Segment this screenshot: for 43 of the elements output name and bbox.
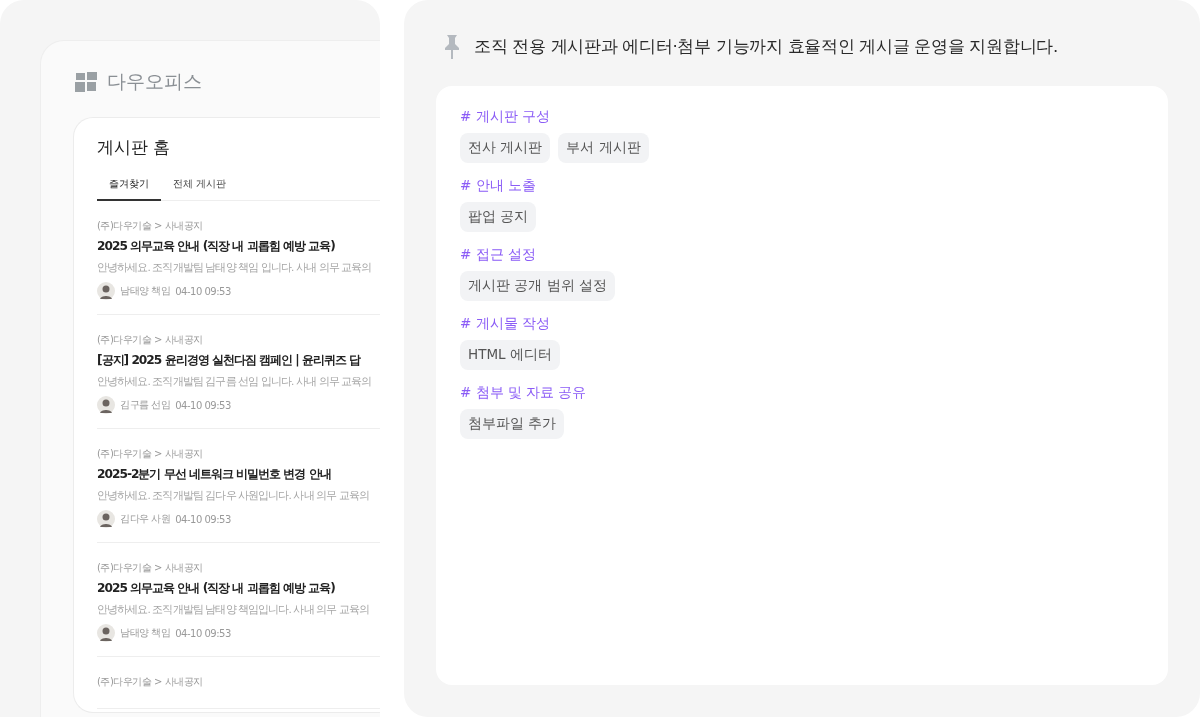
logo-text: 다우오피스 — [107, 69, 202, 94]
section-heading: # 게시판 구성 — [460, 108, 551, 126]
post-time: 04-10 09:53 — [175, 513, 231, 525]
post-author: 남태양 책임 — [120, 284, 171, 298]
feature-tag: 게시판 공개 범위 설정 — [460, 271, 615, 301]
section-heading: # 게시물 작성 — [460, 315, 551, 333]
post-time: 04-10 09:53 — [175, 399, 231, 411]
feature-tag: HTML 에디터 — [460, 340, 560, 370]
post-author: 김다우 사원 — [120, 512, 171, 526]
avatar-icon — [97, 510, 115, 528]
post-category: (주)다우기술 > 사내공지 — [97, 219, 204, 233]
post-author: 김구름 선임 — [120, 398, 171, 412]
feature-tag: 전사 게시판 — [460, 133, 551, 163]
section-heading: # 접근 설정 — [460, 246, 537, 264]
avatar-icon — [97, 396, 115, 414]
feature-tag: 부서 게시판 — [558, 133, 649, 163]
avatar-icon — [97, 282, 115, 300]
tab[interactable]: 즐겨찾기 — [97, 177, 161, 201]
pushpin-icon — [444, 34, 460, 60]
headline: 조직 전용 게시판과 에디터·첨부 기능까지 효율적인 게시글 운영을 지원합니다. — [474, 36, 1058, 58]
post-excerpt: 안녕하세요. 조직개발팀 김다우 사원입니다. 사내 의무 교육의 — [97, 489, 369, 503]
post-category: (주)다우기술 > 사내공지 — [97, 561, 204, 575]
post-title[interactable]: 2025 의무교육 안내 (직장 내 괴롭힘 예방 교육) — [97, 238, 335, 255]
board-title: 게시판 홈 — [97, 136, 172, 159]
post-category: (주)다우기술 > 사내공지 — [97, 675, 204, 689]
post-title[interactable]: 2025-2분기 무선 네트워크 비밀번호 변경 안내 — [97, 466, 331, 483]
post-time: 04-10 09:53 — [175, 627, 231, 639]
post-category: (주)다우기술 > 사내공지 — [97, 333, 204, 347]
post-title[interactable]: 2025 의무교육 안내 (직장 내 괴롭힘 예방 교육) — [97, 580, 335, 597]
post-title[interactable]: [공지] 2025 윤리경영 실천다짐 캠페인 | 윤리퀴즈 답 — [97, 352, 361, 369]
post-excerpt: 안녕하세요. 조직개발팀 남태양 책임입니다. 사내 의무 교육의 — [97, 603, 369, 617]
post-author: 남태양 책임 — [120, 626, 171, 640]
post-excerpt: 안녕하세요. 조직개발팀 남태양 책임 입니다. 사내 의무 교육의 — [97, 261, 372, 275]
section-heading: # 안내 노출 — [460, 177, 537, 195]
avatar-icon — [97, 624, 115, 642]
post-category: (주)다우기술 > 사내공지 — [97, 447, 204, 461]
section-heading: # 첨부 및 자료 공유 — [460, 384, 588, 402]
feature-tag: 팝업 공지 — [460, 202, 537, 232]
post-excerpt: 안녕하세요. 조직개발팀 김구름 선임 입니다. 사내 의무 교육의 — [97, 375, 372, 389]
logo-icon — [73, 69, 99, 95]
post-time: 04-10 09:53 — [175, 285, 231, 297]
tab[interactable]: 전체 게시판 — [161, 177, 239, 201]
feature-tag: 첨부파일 추가 — [460, 409, 565, 439]
